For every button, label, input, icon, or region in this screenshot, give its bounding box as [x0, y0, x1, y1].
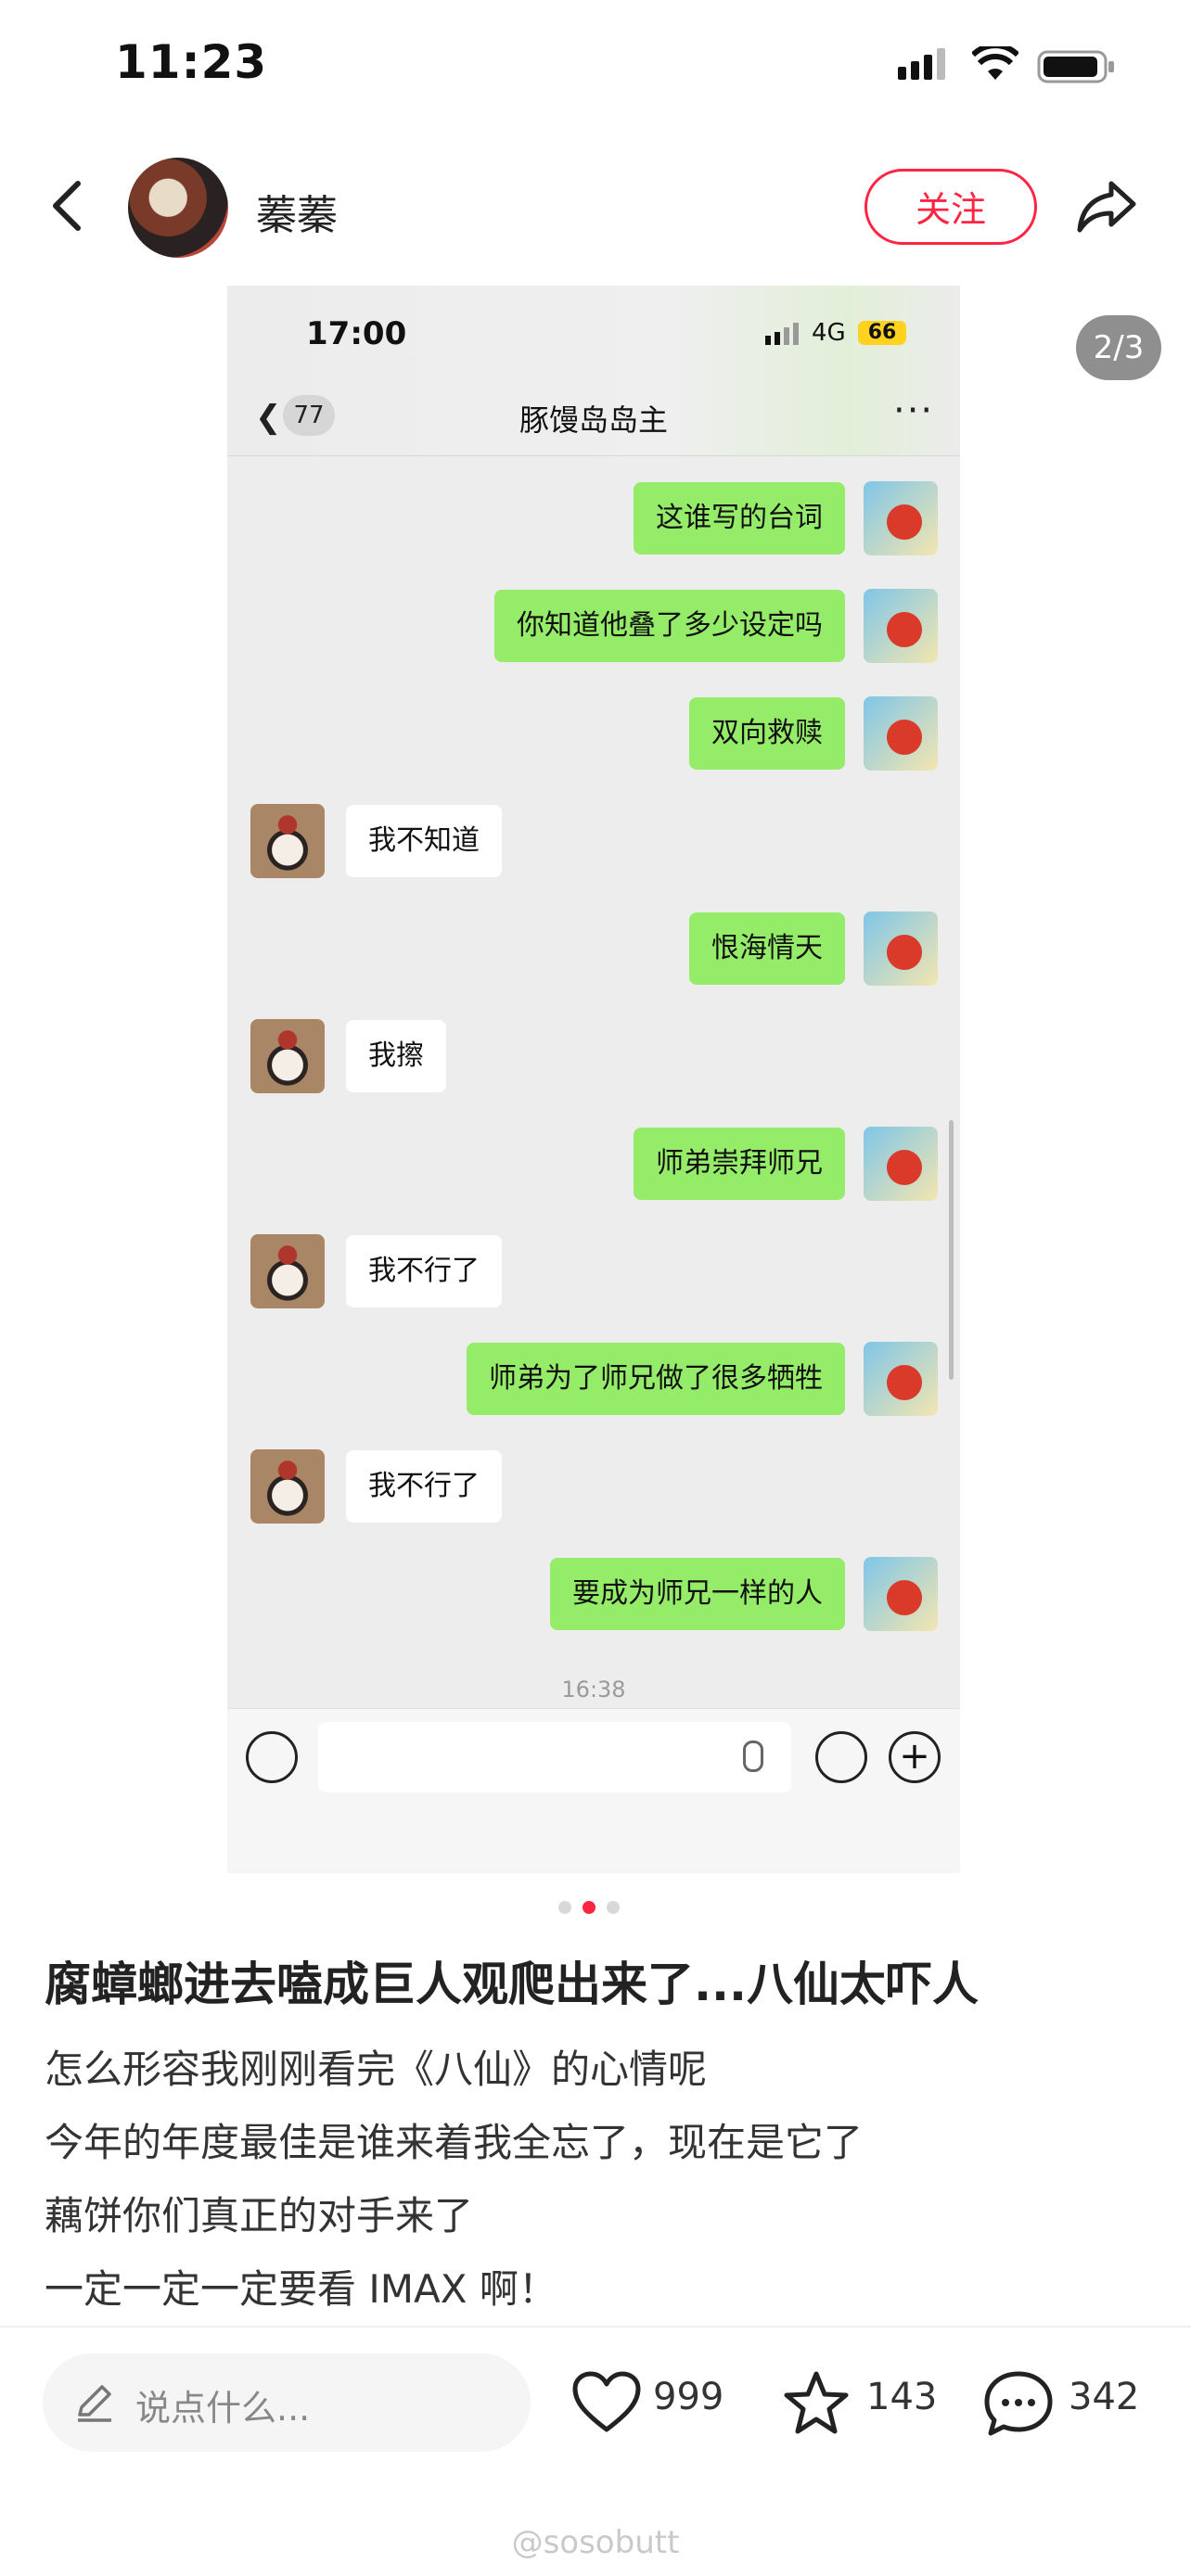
contact-avatar	[250, 1234, 325, 1308]
like-count[interactable]: 999	[653, 2376, 724, 2418]
carousel-dot-active[interactable]	[583, 1901, 596, 1914]
image-status-time: 17:00	[306, 315, 407, 352]
sender-avatar	[864, 1127, 938, 1201]
username[interactable]: 蓁蓁	[256, 182, 338, 241]
comment-placeholder: 说点什么...	[135, 2388, 311, 2429]
post-body-line: 今年的年度最佳是谁来着我全忘了，现在是它了	[45, 2120, 864, 2165]
contact-avatar	[250, 1019, 325, 1093]
post-body-line: 藕饼你们真正的对手来了	[45, 2193, 474, 2238]
image-input-bar: +	[227, 1708, 960, 1873]
back-icon[interactable]	[46, 178, 87, 234]
sent-message: 恨海情天	[689, 912, 845, 985]
post-image[interactable]: 17:00 4G 66 ❮ 77 豚馒岛岛主 ··· 这谁写的台词 你知道他叠了多…	[227, 286, 960, 1873]
post-body-line: 一定一定一定要看 IMAX 啊！	[45, 2266, 557, 2312]
signal-icon	[898, 48, 950, 83]
sent-message: 你知道他叠了多少设定吗	[494, 590, 845, 662]
page-indicator: 2/3	[1076, 315, 1161, 380]
plus-icon: +	[889, 1731, 941, 1783]
image-divider	[227, 455, 960, 456]
received-message: 我不知道	[346, 805, 502, 877]
sender-avatar	[864, 696, 938, 771]
heart-icon[interactable]	[571, 2368, 642, 2439]
comment-count[interactable]: 342	[1069, 2376, 1139, 2418]
share-icon[interactable]	[1076, 176, 1137, 237]
received-message: 我不行了	[346, 1450, 502, 1523]
sender-avatar	[864, 1342, 938, 1416]
sent-message: 师弟崇拜师兄	[634, 1128, 845, 1200]
image-network: 4G	[812, 319, 846, 347]
contact-avatar	[250, 1449, 325, 1524]
contact-avatar	[250, 804, 325, 878]
sender-avatar	[864, 1557, 938, 1631]
wifi-icon	[970, 43, 1020, 83]
image-more-icon: ···	[893, 389, 935, 432]
star-icon[interactable]	[781, 2368, 852, 2439]
post-body-line: 怎么形容我刚刚看完《八仙》的心情呢	[45, 2047, 708, 2092]
sent-message: 要成为师兄一样的人	[550, 1558, 845, 1630]
status-time: 11:23	[115, 35, 268, 89]
sender-avatar	[864, 912, 938, 986]
received-message: 我不行了	[346, 1235, 502, 1307]
follow-button[interactable]: 关注	[864, 169, 1037, 245]
carousel-dot[interactable]	[558, 1901, 571, 1914]
sent-message: 这谁写的台词	[634, 482, 845, 555]
sender-avatar	[864, 481, 938, 555]
image-timestamp: 16:38	[561, 1677, 626, 1702]
collect-count[interactable]: 143	[866, 2376, 937, 2418]
image-battery: 66	[858, 321, 906, 345]
pencil-icon	[70, 2379, 117, 2426]
image-scrollbar	[949, 1120, 954, 1380]
divider	[0, 2326, 1191, 2327]
image-input-field	[318, 1722, 791, 1792]
comment-icon[interactable]	[983, 2368, 1054, 2439]
image-signal-icon	[765, 323, 804, 347]
carousel-dot[interactable]	[607, 1901, 620, 1914]
sender-avatar	[864, 589, 938, 663]
mic-icon	[743, 1741, 763, 1772]
battery-icon	[1037, 48, 1117, 85]
avatar[interactable]	[128, 158, 228, 258]
watermark: @sosobutt	[511, 2524, 680, 2561]
comment-input[interactable]: 说点什么...	[43, 2353, 531, 2452]
image-chat-title: 豚馒岛岛主	[519, 402, 668, 438]
voice-icon	[246, 1731, 298, 1783]
sent-message: 师弟为了师兄做了很多牺牲	[467, 1343, 845, 1415]
sent-message: 双向救赎	[689, 697, 845, 770]
received-message: 我擦	[346, 1020, 446, 1092]
emoji-icon	[815, 1731, 867, 1783]
post-title: 腐蟑螂进去嗑成巨人观爬出来了...八仙太吓人	[45, 1958, 979, 2011]
